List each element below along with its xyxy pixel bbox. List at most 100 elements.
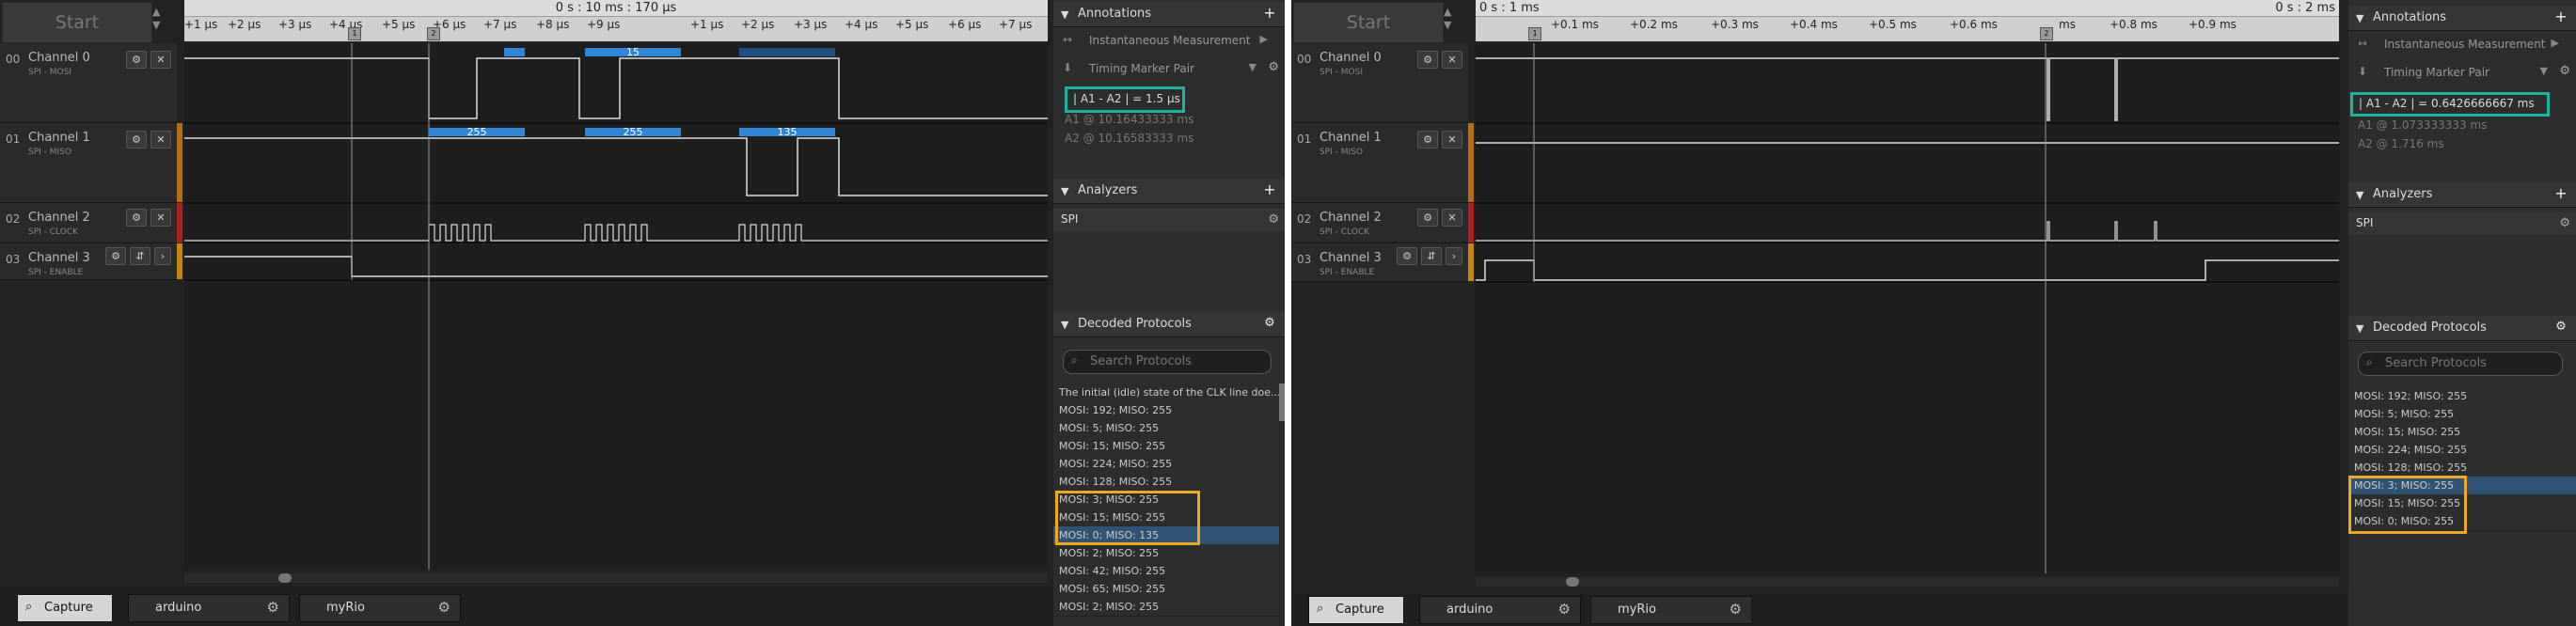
start-arrows[interactable]: ▲ ▼ [1444, 6, 1451, 32]
channel-row-2[interactable]: 02 Channel 2 SPI - CLOCK ⚙ ✕ [0, 203, 177, 243]
analyzers-header[interactable]: ▼ Analyzers + [1053, 179, 1285, 204]
miso-packet[interactable]: 255 [429, 127, 525, 137]
scroll-thumb[interactable] [1279, 383, 1285, 421]
gear-icon[interactable]: ⚙ [1730, 601, 1742, 618]
analyzers-header[interactable]: ▼ Analyzers + [2348, 182, 2576, 208]
list-item[interactable]: MOSI: 192; MISO: 255 [1053, 401, 1279, 420]
list-item[interactable]: MOSI: 128; MISO: 255 [2348, 459, 2576, 477]
gear-icon[interactable]: ⚙ [1268, 212, 1279, 227]
marker-a1[interactable]: 1 [1528, 27, 1541, 40]
close-icon[interactable]: ✕ [150, 51, 171, 69]
list-item[interactable]: MOSI: 192; MISO: 255 [2348, 387, 2576, 406]
time-ruler[interactable]: 0 s : 10 ms : 170 μs +1 μs +2 μs +3 μs +… [184, 0, 1048, 41]
channel-row-2[interactable]: 02 Channel 2 SPI - CLOCK ⚙ ✕ [1291, 203, 1468, 243]
channel-row-1[interactable]: 01 Channel 1 SPI - MISO ⚙ ✕ [0, 123, 177, 203]
list-item[interactable]: MOSI: 65; MISO: 255 [1053, 580, 1279, 599]
gear-icon[interactable]: ⚙ [1268, 60, 1279, 74]
annotations-header[interactable]: ▼ Annotations + [2348, 6, 2576, 31]
instantaneous-measurement-row[interactable]: ↔ Instantaneous Measurement ▶ [1053, 28, 1285, 53]
channel-row-3[interactable]: 03 Channel 3 SPI - ENABLE ⚙ ⇵ › [1291, 243, 1468, 282]
tab-myrio[interactable]: myRio ⚙ [1590, 596, 1752, 624]
gear-icon[interactable]: ⚙ [438, 599, 450, 616]
analyzer-spi[interactable]: SPI ⚙ [2348, 212, 2576, 235]
list-item[interactable]: MOSI: 224; MISO: 255 [1053, 455, 1279, 474]
trigger-icon[interactable]: ⇵ [130, 247, 150, 265]
mosi-packet[interactable]: 15 [585, 47, 681, 57]
gear-icon[interactable]: ⚙ [2559, 64, 2570, 78]
channel-name[interactable]: Channel 3 [1320, 251, 1382, 265]
close-icon[interactable]: ✕ [150, 131, 171, 149]
start-button[interactable]: Start [2, 2, 152, 43]
decoded-list[interactable]: The initial (idle) state of the CLK line… [1053, 383, 1285, 626]
list-item[interactable]: MOSI: 2; MISO: 255 [1053, 544, 1279, 563]
time-ruler[interactable]: 0 s : 1 ms 0 s : 2 ms +0.1 ms +0.2 ms +0… [1476, 0, 2339, 41]
close-icon[interactable]: ✕ [1442, 51, 1462, 69]
gear-icon[interactable]: ⚙ [105, 247, 126, 265]
channel-row-0[interactable]: 00 Channel 0 SPI - MOSI ⚙ ✕ [1291, 43, 1468, 123]
channel-row-3[interactable]: 03 Channel 3 SPI - ENABLE ⚙ ⇵ › [0, 243, 177, 280]
analyzer-spi[interactable]: SPI ⚙ [1053, 209, 1285, 231]
close-icon[interactable]: ✕ [1442, 131, 1462, 149]
channel-name[interactable]: Channel 0 [28, 51, 90, 65]
marker-a1[interactable]: 1 [348, 27, 361, 40]
channel-name[interactable]: Channel 3 [28, 251, 90, 265]
channel-name[interactable]: Channel 1 [28, 131, 90, 145]
horizontal-scrollbar[interactable] [184, 573, 1048, 583]
gear-icon[interactable]: ⚙ [1417, 51, 1438, 69]
trigger-icon[interactable]: ⇵ [1421, 247, 1442, 265]
mosi-packet[interactable] [504, 48, 525, 56]
gear-icon[interactable]: ⚙ [1558, 601, 1571, 618]
horizontal-scrollbar[interactable] [1476, 577, 2339, 587]
scroll-thumb[interactable] [1566, 577, 1579, 587]
add-annotation-button[interactable]: + [1260, 5, 1279, 22]
marker-a2[interactable]: 2 [427, 27, 440, 40]
decoded-list[interactable]: MOSI: 192; MISO: 255 MOSI: 5; MISO: 255 … [2348, 387, 2576, 538]
close-icon[interactable]: ✕ [1442, 209, 1462, 227]
chevron-down-icon[interactable]: ▼ [1249, 61, 1256, 73]
miso-packet[interactable]: 135 [739, 127, 835, 137]
channel-name[interactable]: Channel 2 [1320, 211, 1382, 225]
tab-arduino[interactable]: arduino ⚙ [128, 594, 290, 622]
list-item[interactable]: MOSI: 15; MISO: 255 [1053, 437, 1279, 456]
list-item[interactable]: MOSI: 2; MISO: 255 [1053, 598, 1279, 617]
add-annotation-button[interactable]: + [2552, 8, 2570, 25]
channel-row-0[interactable]: 00 Channel 0 SPI - MOSI ⚙ ✕ [0, 43, 177, 123]
gear-icon[interactable]: ⚙ [2559, 216, 2570, 230]
gear-icon[interactable]: ⚙ [1397, 247, 1417, 265]
start-arrows[interactable]: ▲ ▼ [152, 6, 160, 32]
close-icon[interactable]: ✕ [150, 209, 171, 227]
timing-marker-row[interactable]: ⬇ Timing Marker Pair ▼ ⚙ [1053, 56, 1285, 81]
chevron-right-icon[interactable]: ▶ [2552, 37, 2559, 49]
miso-packet[interactable]: 255 [585, 127, 681, 137]
search-protocols-input[interactable]: ⌕ Search Protocols [2358, 352, 2563, 376]
chevron-down-icon[interactable]: ▼ [2540, 65, 2548, 77]
gear-icon[interactable]: ⚙ [1417, 209, 1438, 227]
channel-name[interactable]: Channel 0 [1320, 51, 1382, 65]
gear-icon[interactable]: ⚙ [1417, 131, 1438, 149]
start-button[interactable]: Start [1293, 2, 1444, 43]
gear-icon[interactable]: ⚙ [2552, 319, 2570, 336]
vertical-scrollbar[interactable] [1279, 383, 1285, 626]
gear-icon[interactable]: ⚙ [267, 599, 279, 616]
list-item[interactable]: MOSI: 128; MISO: 255 [1053, 473, 1279, 492]
channel-name[interactable]: Channel 2 [28, 211, 90, 225]
decoded-protocols-header[interactable]: ▼ Decoded Protocols ⚙ [1053, 312, 1285, 337]
tab-capture[interactable]: ⌕ Capture [17, 594, 113, 622]
marker-a2[interactable]: 2 [2040, 27, 2053, 40]
close-icon[interactable]: › [154, 247, 171, 265]
waveform-plot[interactable]: 15 255 255 135 [184, 43, 1048, 570]
list-item[interactable]: MOSI: 15; MISO: 255 [2348, 423, 2576, 442]
tab-myrio[interactable]: myRio ⚙ [299, 594, 461, 622]
list-item[interactable]: The initial (idle) state of the CLK line… [1053, 383, 1281, 402]
add-analyzer-button[interactable]: + [2552, 185, 2570, 202]
mosi-packet[interactable] [739, 48, 835, 56]
close-icon[interactable]: › [1446, 247, 1462, 265]
scroll-thumb[interactable] [278, 573, 292, 583]
list-item[interactable]: MOSI: 224; MISO: 255 [2348, 441, 2576, 460]
search-protocols-input[interactable]: ⌕ Search Protocols [1063, 350, 1272, 374]
instantaneous-measurement-row[interactable]: ↔ Instantaneous Measurement ▶ [2348, 32, 2576, 56]
decoded-protocols-header[interactable]: ▼ Decoded Protocols ⚙ [2348, 316, 2576, 341]
chevron-right-icon[interactable]: ▶ [1260, 33, 1268, 45]
tab-capture[interactable]: ⌕ Capture [1308, 596, 1404, 624]
annotations-header[interactable]: ▼ Annotations + [1053, 2, 1285, 27]
